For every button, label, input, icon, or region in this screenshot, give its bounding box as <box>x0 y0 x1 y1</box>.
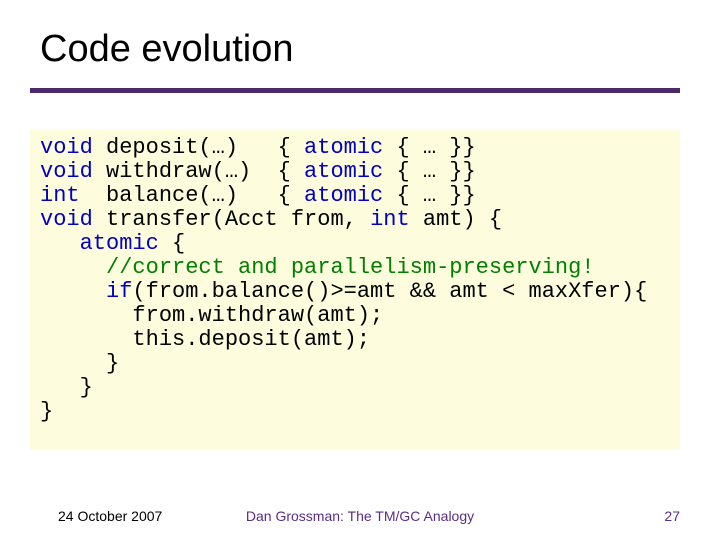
code-content: void deposit(…) { atomic { … }} void wit… <box>40 136 670 424</box>
code-l2b: withdraw(…) { <box>93 159 304 184</box>
code-l3b: balance(…) { <box>80 183 304 208</box>
code-l8: from.withdraw(amt); <box>40 303 383 328</box>
code-l9: this.deposit(amt); <box>40 327 370 352</box>
footer-page-number: 27 <box>664 508 680 524</box>
code-l12: } <box>40 399 53 424</box>
code-l3d: { … }} <box>383 183 475 208</box>
kw-atomic-4: atomic <box>80 231 159 256</box>
kw-void-3: void <box>40 207 93 232</box>
code-l7a <box>40 279 106 304</box>
code-l10: } <box>40 351 119 376</box>
kw-atomic-2: atomic <box>304 159 383 184</box>
code-comment: //correct and parallelism-preserving! <box>40 255 595 280</box>
slide-title: Code evolution <box>40 28 294 71</box>
code-l2d: { … }} <box>383 159 475 184</box>
kw-void-2: void <box>40 159 93 184</box>
code-l5c: { <box>159 231 185 256</box>
kw-atomic-1: atomic <box>304 135 383 160</box>
code-l4d: amt) { <box>410 207 502 232</box>
code-l4b: transfer(Acct from, <box>93 207 370 232</box>
code-l5a <box>40 231 80 256</box>
code-l1b: deposit(…) { <box>93 135 304 160</box>
kw-int-1: int <box>40 183 80 208</box>
kw-int-2: int <box>370 207 410 232</box>
footer-center: Dan Grossman: The TM/GC Analogy <box>0 508 720 524</box>
code-l7c: (from.balance()>=amt && amt < maxXfer){ <box>132 279 647 304</box>
code-l11: } <box>40 375 93 400</box>
kw-atomic-3: atomic <box>304 183 383 208</box>
code-box: void deposit(…) { atomic { … }} void wit… <box>30 130 680 450</box>
kw-void-1: void <box>40 135 93 160</box>
title-rule <box>30 88 680 93</box>
code-l1d: { … }} <box>383 135 475 160</box>
kw-if: if <box>106 279 132 304</box>
